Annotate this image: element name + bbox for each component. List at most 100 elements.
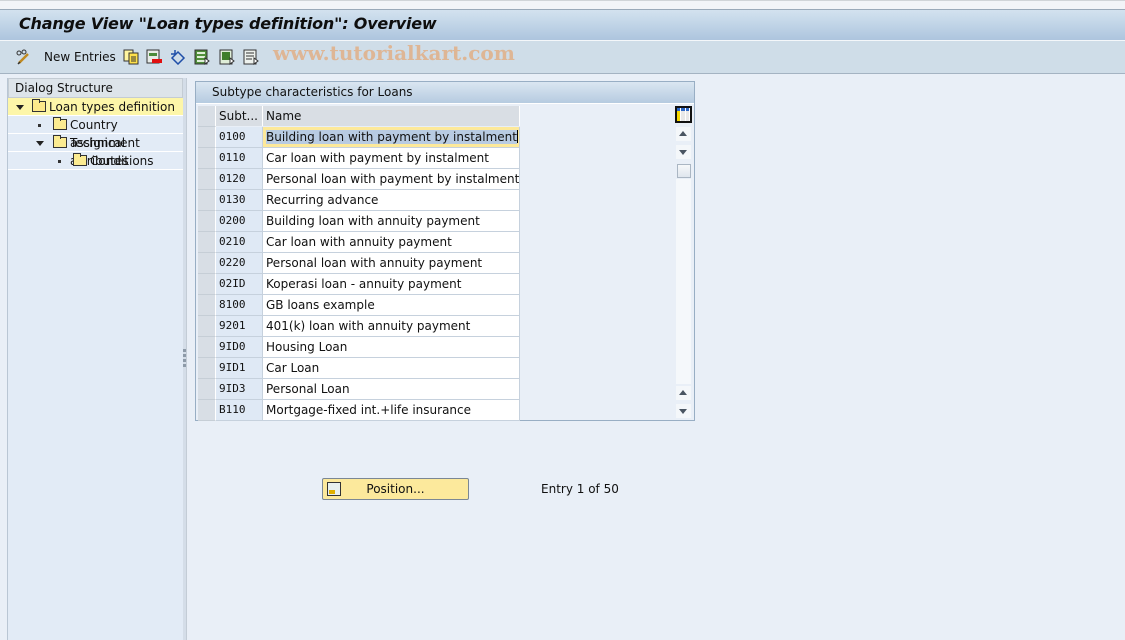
table-row: B110 Mortgage-fixed int.+life insurance	[198, 400, 520, 421]
name-input-cell[interactable]: GB loans example	[263, 295, 520, 316]
position-icon	[327, 482, 341, 496]
undo-change-button[interactable]	[170, 48, 186, 66]
name-input-cell[interactable]: Car Loan	[263, 358, 520, 379]
table-row: 0100 Building loan with payment by instal…	[198, 127, 520, 148]
row-selector-button[interactable]	[198, 148, 216, 169]
folder-open-icon	[32, 99, 46, 112]
row-selector-button[interactable]	[198, 127, 216, 148]
table-row: 8100 GB loans example	[198, 295, 520, 316]
window-top-strip	[0, 0, 1125, 10]
application-toolbar: New Entries www.tutorialkart.com	[0, 41, 1125, 74]
subtype-code-cell: 9ID3	[216, 379, 263, 400]
folder-icon	[53, 135, 67, 148]
name-input-cell[interactable]: Recurring advance	[263, 190, 520, 211]
splitter-grip-icon[interactable]	[183, 349, 186, 369]
deselect-all-button[interactable]	[243, 48, 259, 66]
row-selector-button[interactable]	[198, 400, 216, 421]
select-all-button[interactable]	[194, 48, 210, 66]
column-header-name[interactable]: Name	[263, 106, 520, 126]
name-input-cell[interactable]: Koperasi loan - annuity payment	[263, 274, 520, 295]
tree-item-country-assignment[interactable]: Country assignment	[8, 116, 183, 150]
page-up-button[interactable]	[676, 386, 691, 400]
name-input-cell[interactable]: Car loan with annuity payment	[263, 232, 520, 253]
tree-item-label: Loan types definition	[49, 100, 175, 114]
new-entries-button[interactable]: New Entries	[44, 48, 116, 66]
row-selector-button[interactable]	[198, 337, 216, 358]
select-all-icon	[194, 49, 210, 65]
subtype-code-cell: 0220	[216, 253, 263, 274]
row-selector-button[interactable]	[198, 358, 216, 379]
new-entries-label: New Entries	[44, 50, 116, 64]
dialog-structure-header: Dialog Structure	[8, 78, 183, 98]
subtype-code-cell: B110	[216, 400, 263, 421]
name-input-cell[interactable]: 401(k) loan with annuity payment	[263, 316, 520, 337]
subtype-code-cell: 0120	[216, 169, 263, 190]
subtype-code-cell: 0130	[216, 190, 263, 211]
title-bar: Change View "Loan types definition": Ove…	[0, 10, 1125, 41]
subtype-code-cell: 9201	[216, 316, 263, 337]
column-settings-icon	[677, 108, 681, 121]
delete-icon	[146, 49, 162, 64]
page-title: Change View "Loan types definition": Ove…	[19, 14, 437, 33]
select-block-icon	[219, 49, 235, 65]
copy-as-button[interactable]	[123, 48, 139, 66]
table-row: 0130 Recurring advance	[198, 190, 520, 211]
subtype-code-cell: 02ID	[216, 274, 263, 295]
leaf-bullet-icon	[38, 124, 41, 127]
page-down-button[interactable]	[676, 404, 691, 418]
scrollbar-thumb[interactable]	[677, 164, 691, 178]
subtype-code-cell: 0110	[216, 148, 263, 169]
name-input-cell[interactable]: Building loan with annuity payment	[263, 211, 520, 232]
tree-item-loan-types-definition[interactable]: Loan types definition	[8, 98, 183, 116]
table-row: 9ID1 Car Loan	[198, 358, 520, 379]
column-settings-button[interactable]	[675, 106, 692, 123]
scroll-up-button[interactable]	[676, 127, 691, 141]
name-input-cell[interactable]: Mortgage-fixed int.+life insurance	[263, 400, 520, 421]
position-button[interactable]: Position...	[322, 478, 469, 500]
tree-item-label: Conditions	[90, 154, 154, 168]
tree-item-conditions[interactable]: Conditions	[8, 152, 183, 170]
table-row: 0200 Building loan with annuity payment	[198, 211, 520, 232]
row-selector-button[interactable]	[198, 190, 216, 211]
select-all-rows-button[interactable]	[198, 106, 216, 127]
select-block-button[interactable]	[219, 48, 235, 66]
expand-triangle-icon[interactable]	[36, 141, 44, 146]
table-header-row: Subt... Name	[198, 106, 520, 127]
table-row: 9ID3 Personal Loan	[198, 379, 520, 400]
name-input-cell[interactable]: Personal Loan	[263, 379, 520, 400]
text-caret	[517, 130, 518, 143]
watermark-text: www.tutorialkart.com	[273, 41, 515, 65]
tree-item-technical-attributes[interactable]: Technical attributes	[8, 134, 183, 168]
selected-text: Building loan with payment by instalment	[266, 130, 517, 144]
name-input-cell[interactable]: Personal loan with annuity payment	[263, 253, 520, 274]
row-selector-button[interactable]	[198, 274, 216, 295]
folder-icon	[53, 117, 67, 130]
column-header-subtype[interactable]: Subt...	[216, 106, 263, 126]
undo-icon	[170, 50, 186, 65]
name-input-cell[interactable]: Building loan with payment by instalment	[263, 127, 520, 148]
row-selector-button[interactable]	[198, 379, 216, 400]
delete-button[interactable]	[146, 48, 162, 66]
row-selector-button[interactable]	[198, 169, 216, 190]
subtype-code-cell: 8100	[216, 295, 263, 316]
row-selector-button[interactable]	[198, 211, 216, 232]
table-row: 0210 Car loan with annuity payment	[198, 232, 520, 253]
name-input-cell[interactable]: Car loan with payment by instalment	[263, 148, 520, 169]
subtype-code-cell: 0210	[216, 232, 263, 253]
row-selector-button[interactable]	[198, 253, 216, 274]
leaf-bullet-icon	[58, 160, 61, 163]
subtype-code-cell: 0200	[216, 211, 263, 232]
row-selector-button[interactable]	[198, 295, 216, 316]
dialog-structure-pane: Dialog Structure Loan types definition C…	[7, 78, 183, 640]
folder-icon	[73, 153, 87, 166]
scroll-down-button[interactable]	[676, 145, 691, 159]
row-selector-button[interactable]	[198, 232, 216, 253]
name-input-cell[interactable]: Personal loan with payment by instalment	[263, 169, 520, 190]
name-input-cell[interactable]: Housing Loan	[263, 337, 520, 358]
display-change-button[interactable]	[15, 48, 31, 66]
subtype-code-cell: 9ID1	[216, 358, 263, 379]
row-selector-button[interactable]	[198, 316, 216, 337]
expand-triangle-icon[interactable]	[16, 105, 24, 110]
vertical-scrollbar-track[interactable]	[676, 179, 691, 384]
table-row: 0120 Personal loan with payment by instal…	[198, 169, 520, 190]
